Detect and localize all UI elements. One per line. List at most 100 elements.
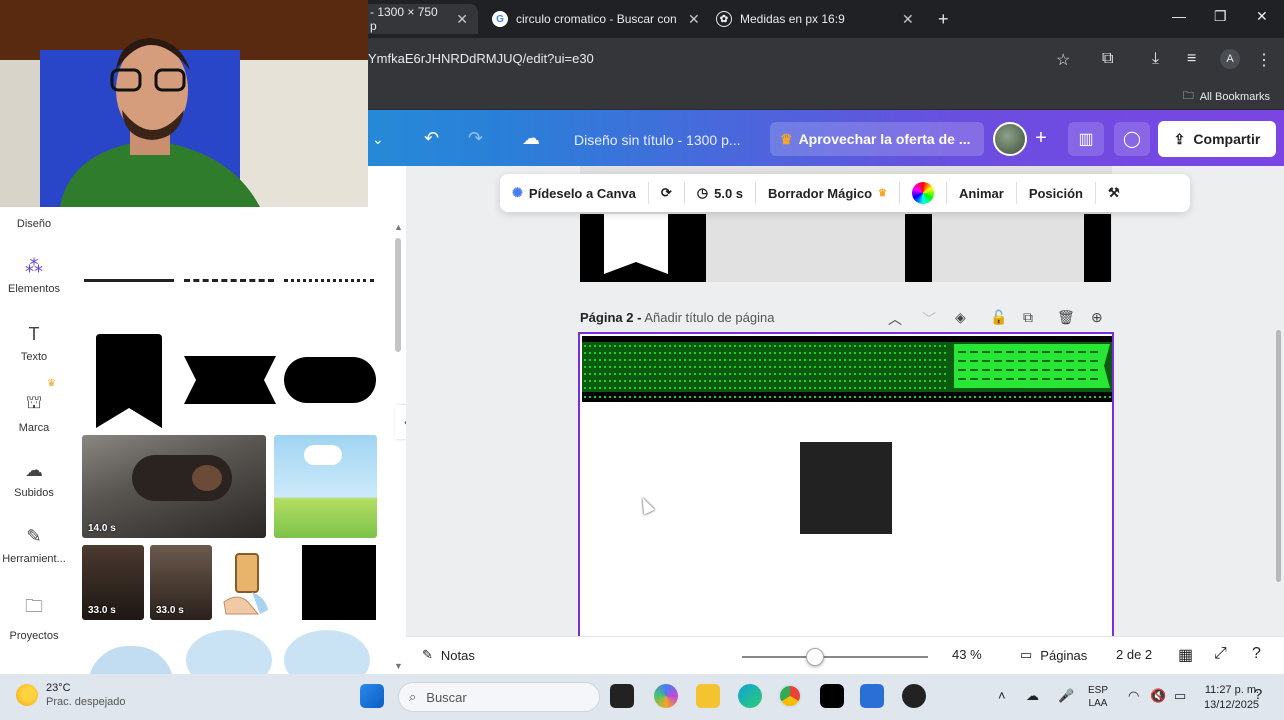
close-window-icon[interactable]: ✕ xyxy=(1256,8,1268,25)
zoom-level[interactable]: 43 % xyxy=(952,647,982,662)
replace-button[interactable]: ⟳ xyxy=(649,174,684,212)
rail-item-text[interactable]: T Texto xyxy=(0,324,68,363)
volume-muted-icon[interactable]: 🔇 xyxy=(1150,688,1166,704)
ask-canva-button[interactable]: ✺ Pídeselo a Canva xyxy=(500,174,648,212)
chevron-down-icon[interactable]: ⌄ xyxy=(372,131,384,148)
hand-phone-illustration[interactable] xyxy=(218,552,280,620)
color-button[interactable] xyxy=(900,174,946,212)
onedrive-icon[interactable]: ☁ xyxy=(1026,688,1039,704)
close-icon[interactable]: ✕ xyxy=(456,11,468,28)
video-thumbnail[interactable]: 14.0 s xyxy=(82,435,266,538)
add-collaborator-button[interactable]: + xyxy=(1030,128,1052,150)
new-tab-button[interactable]: + xyxy=(938,4,949,34)
copilot-icon[interactable] xyxy=(654,684,678,708)
edge-icon[interactable] xyxy=(738,684,762,708)
bookmark-shape[interactable] xyxy=(96,334,162,428)
cloud-shape[interactable] xyxy=(88,646,174,674)
all-bookmarks-button[interactable]: 🗀 All Bookmarks xyxy=(1183,87,1270,106)
language-indicator[interactable]: ESP LAA xyxy=(1088,684,1108,710)
offer-button[interactable]: ♛ Aprovechar la oferta de ... xyxy=(770,122,984,156)
profile-avatar[interactable]: A xyxy=(1220,49,1240,69)
tab-circulo-cromatico[interactable]: G circulo cromatico - Buscar con G ✕ xyxy=(492,4,702,34)
zoom-slider-track[interactable] xyxy=(742,656,928,658)
clock[interactable]: 11:27 p. m. 13/12/2025 xyxy=(1204,683,1259,713)
zoom-slider-thumb[interactable] xyxy=(806,648,824,666)
close-icon[interactable]: ✕ xyxy=(902,11,914,28)
cloud-circle-image[interactable] xyxy=(284,630,370,674)
add-page-icon[interactable]: ⊕ xyxy=(1091,309,1103,326)
scroll-up-icon[interactable]: ▲ xyxy=(394,222,403,232)
undo-icon[interactable]: ↶ xyxy=(424,128,439,149)
video-thumbnail[interactable]: 33.0 s xyxy=(82,545,144,620)
microphone-icon[interactable]: 🎤 xyxy=(1058,688,1074,704)
pill-shape[interactable] xyxy=(284,357,376,403)
trash-icon[interactable]: 🗑 xyxy=(1057,309,1075,326)
animate-button[interactable]: Animar xyxy=(947,174,1016,212)
chrome-icon[interactable] xyxy=(778,684,802,708)
avatar[interactable] xyxy=(993,122,1027,156)
chevron-up-icon[interactable]: ︿ xyxy=(888,309,902,329)
file-explorer-icon[interactable] xyxy=(696,684,720,708)
tab-medidas[interactable]: ✿ Medidas en px 16:9 ✕ xyxy=(716,4,920,34)
magic-eraser-button[interactable]: Borrador Mágico ♛ xyxy=(756,174,899,212)
rail-item-design[interactable]: Diseño xyxy=(0,218,68,230)
weather-widget[interactable]: 23°C Prac. despejado xyxy=(16,681,126,709)
line-solid[interactable] xyxy=(84,279,174,282)
page-counter[interactable]: 2 de 2 xyxy=(1116,647,1152,662)
share-button[interactable]: ⇪ Compartir xyxy=(1158,121,1276,157)
rail-item-uploads[interactable]: ☁ Subidos xyxy=(0,460,68,499)
help-icon[interactable]: ? xyxy=(1254,686,1262,703)
tab-canva[interactable]: - 1300 × 750 p ✕ xyxy=(360,4,478,34)
sky-landscape-image[interactable] xyxy=(274,435,377,538)
battery-icon[interactable]: ▭ xyxy=(1174,688,1186,704)
duration-button[interactable]: ◷ 5.0 s xyxy=(685,174,755,212)
maximize-icon[interactable]: ❐ xyxy=(1214,8,1227,25)
notes-button[interactable]: ✎ Notas xyxy=(422,647,475,663)
tiktok-icon[interactable] xyxy=(820,684,844,708)
wifi-icon[interactable]: ◠ xyxy=(1128,688,1139,704)
download-icon[interactable]: ⤓ xyxy=(1152,50,1159,68)
black-square-shape[interactable] xyxy=(302,545,376,620)
page-title[interactable]: Página 2 - Añadir título de página xyxy=(580,310,774,325)
document-title[interactable]: Diseño sin título - 1300 p... xyxy=(574,132,741,148)
grid-view-icon[interactable]: ▦ xyxy=(1178,645,1193,665)
cloud-saved-icon[interactable]: ☁ xyxy=(522,128,540,149)
dark-square-element[interactable] xyxy=(800,442,892,534)
media-icon[interactable]: ≡ xyxy=(1187,50,1196,68)
canvas-scrollbar[interactable] xyxy=(1276,330,1281,582)
position-button[interactable]: Posición xyxy=(1017,174,1095,212)
line-dashed[interactable] xyxy=(184,279,274,282)
taskbar-search[interactable]: ⌕ Buscar xyxy=(398,682,600,712)
line-dotted[interactable] xyxy=(284,279,374,282)
close-icon[interactable]: ✕ xyxy=(688,11,700,28)
fullscreen-icon[interactable]: ⤢ xyxy=(1214,645,1227,663)
chevron-down-icon[interactable]: ﹀ xyxy=(922,309,936,329)
rail-item-tools[interactable]: ✎ Herramient... xyxy=(0,526,68,565)
menu-icon[interactable]: ⋮ xyxy=(1256,50,1272,70)
comments-button[interactable]: ◯ xyxy=(1114,122,1150,156)
url-field[interactable]: YmfkaE6rJHNRDdRMJUQ/edit?ui=e30 xyxy=(368,51,594,66)
lock-icon[interactable]: 🔓 xyxy=(990,309,1007,326)
page-2-canvas[interactable] xyxy=(578,332,1114,636)
chevron-up-icon[interactable]: ˄ xyxy=(998,688,1006,703)
store-icon[interactable] xyxy=(860,684,884,708)
star-icon[interactable]: ☆ xyxy=(1056,50,1070,70)
windows-start-icon[interactable] xyxy=(360,684,384,708)
duplicate-icon[interactable]: ⧉ xyxy=(1023,309,1033,326)
scroll-down-icon[interactable]: ▼ xyxy=(394,661,403,671)
cloud-circle-image[interactable] xyxy=(186,630,272,674)
obs-icon[interactable] xyxy=(902,684,926,708)
rail-item-projects[interactable]: 🗀 Proyectos xyxy=(0,594,68,642)
rail-item-elements[interactable]: ⁂ Elementos xyxy=(0,256,68,295)
extensions-icon[interactable]: ⧉ xyxy=(1102,50,1113,68)
rail-item-brand[interactable]: ⛫ Marca xyxy=(0,392,68,434)
green-banner-element[interactable] xyxy=(582,336,1112,402)
ribbon-shape[interactable] xyxy=(184,356,276,404)
task-view-icon[interactable] xyxy=(610,684,634,708)
insights-button[interactable]: ▥ xyxy=(1068,122,1104,156)
video-thumbnail[interactable]: 33.0 s xyxy=(150,545,212,620)
panel-scrollbar[interactable] xyxy=(395,238,401,352)
hide-page-icon[interactable]: ◈ xyxy=(955,309,966,326)
pages-button[interactable]: ▭ Páginas xyxy=(1020,647,1087,663)
redo-icon[interactable]: ↷ xyxy=(468,128,483,149)
